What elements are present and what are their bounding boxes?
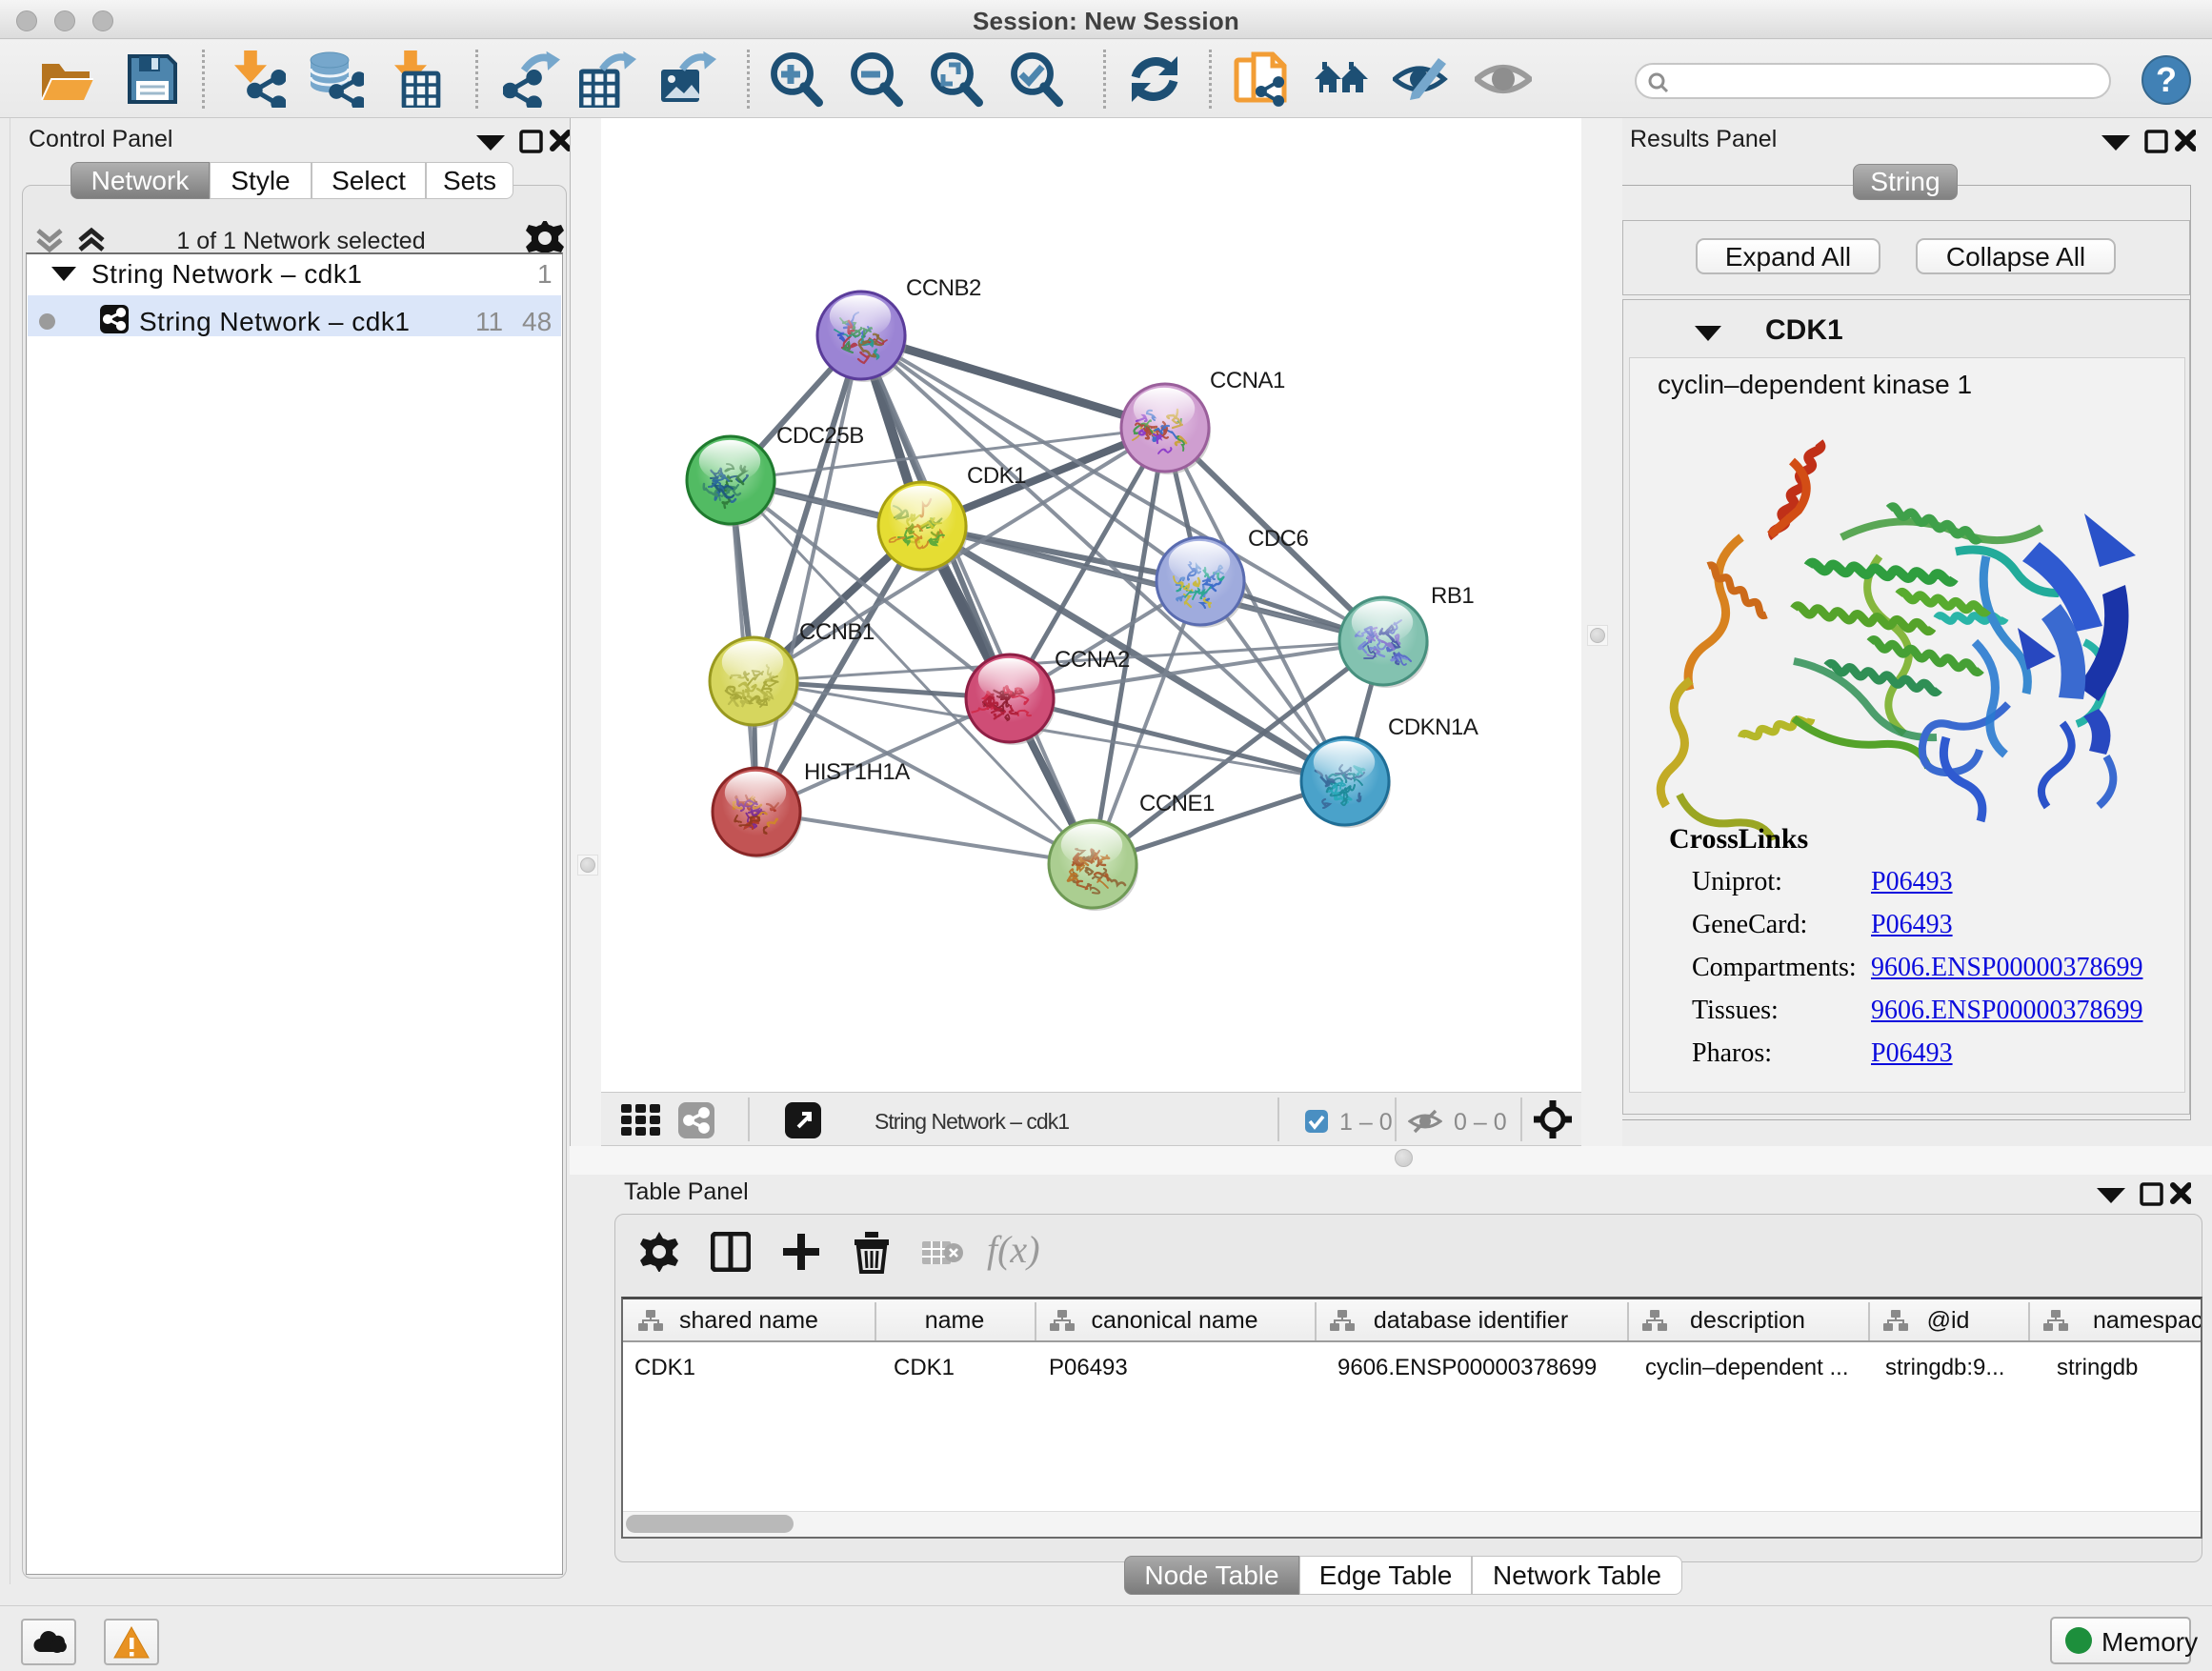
- svg-text:CDC25B: CDC25B: [776, 423, 864, 449]
- svg-text:CDKN1A: CDKN1A: [1388, 715, 1478, 740]
- svg-text:CCNE1: CCNE1: [1139, 791, 1215, 816]
- svg-text:CDK1: CDK1: [967, 463, 1026, 489]
- svg-text:?: ?: [2156, 60, 2177, 99]
- svg-text:CCNA1: CCNA1: [1210, 368, 1285, 393]
- svg-text:CDC6: CDC6: [1248, 526, 1308, 552]
- svg-text:CCNB2: CCNB2: [906, 275, 981, 301]
- svg-text:CCNB1: CCNB1: [799, 619, 875, 645]
- svg-text:CCNA2: CCNA2: [1055, 647, 1130, 673]
- svg-text:RB1: RB1: [1431, 583, 1474, 609]
- svg-text:HIST1H1A: HIST1H1A: [804, 759, 910, 785]
